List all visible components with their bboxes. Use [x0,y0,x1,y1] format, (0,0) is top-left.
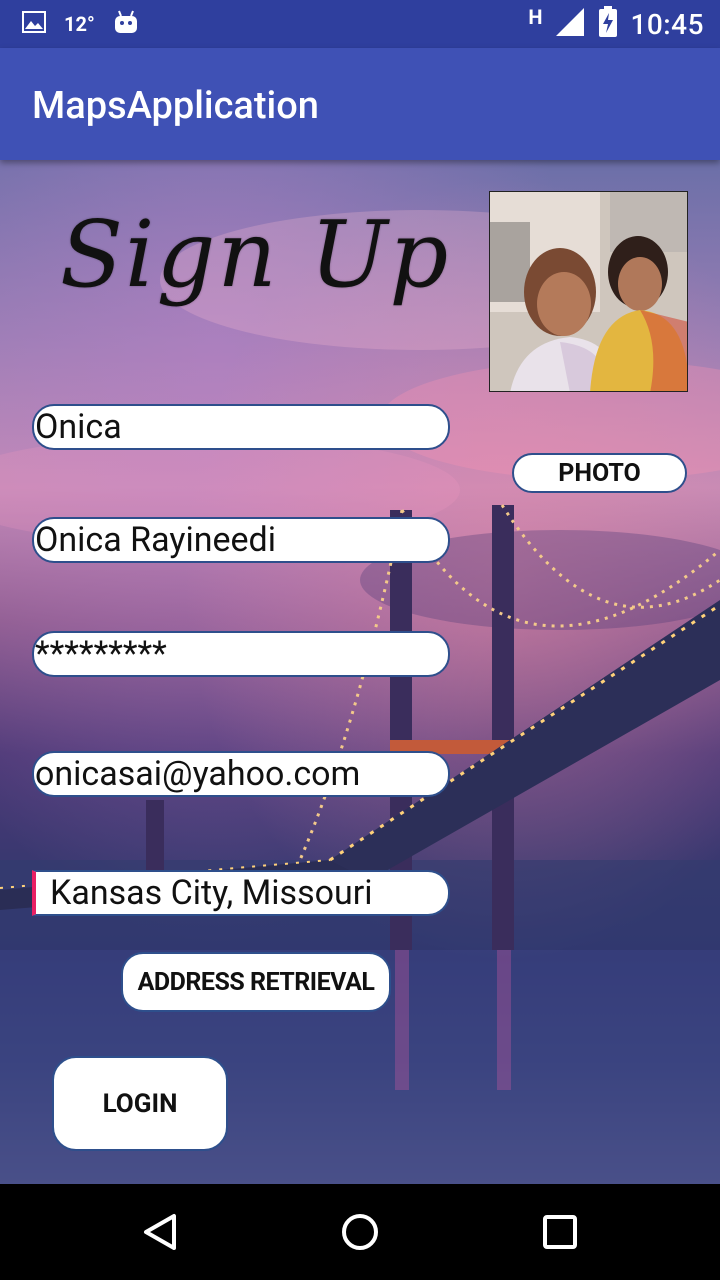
address-retrieval-button[interactable]: ADDRESS RETRIEVAL [121,952,391,1012]
email-field[interactable]: onicasai@yahoo.com [32,751,450,797]
back-icon[interactable] [136,1208,184,1256]
address-value: Kansas City, Missouri [50,873,373,913]
android-icon [113,10,139,38]
app-bar: MapsApplication [0,48,720,160]
home-icon[interactable] [336,1208,384,1256]
recents-icon[interactable] [536,1208,584,1256]
app-title: MapsApplication [32,84,319,128]
signup-heading: Sign Up [60,201,451,308]
image-icon [22,11,46,37]
status-bar-left: 12° [22,8,139,40]
address-field[interactable]: Kansas City, Missouri [32,870,450,916]
email-value: onicasai@yahoo.com [35,754,361,794]
username-field[interactable]: Onica [32,404,450,450]
password-field[interactable]: ********* [32,631,450,677]
status-bar-right: H 10:45 [528,5,704,42]
fullname-field[interactable]: Onica Rayineedi [32,517,450,563]
login-button[interactable]: LOGIN [52,1056,228,1151]
username-value: Onica [35,407,122,447]
status-bar: 12° H 10:45 [0,0,720,48]
navigation-bar [0,1184,720,1280]
signal-icon [554,6,586,42]
battery-charging-icon [598,6,618,42]
profile-photo [489,191,688,392]
photo-button[interactable]: PHOTO [512,453,687,493]
clock-text: 10:45 [630,7,704,41]
network-type-text: H [528,5,543,29]
fullname-value: Onica Rayineedi [35,520,276,560]
temperature-text: 12° [64,12,95,36]
password-value: ********* [35,634,167,674]
